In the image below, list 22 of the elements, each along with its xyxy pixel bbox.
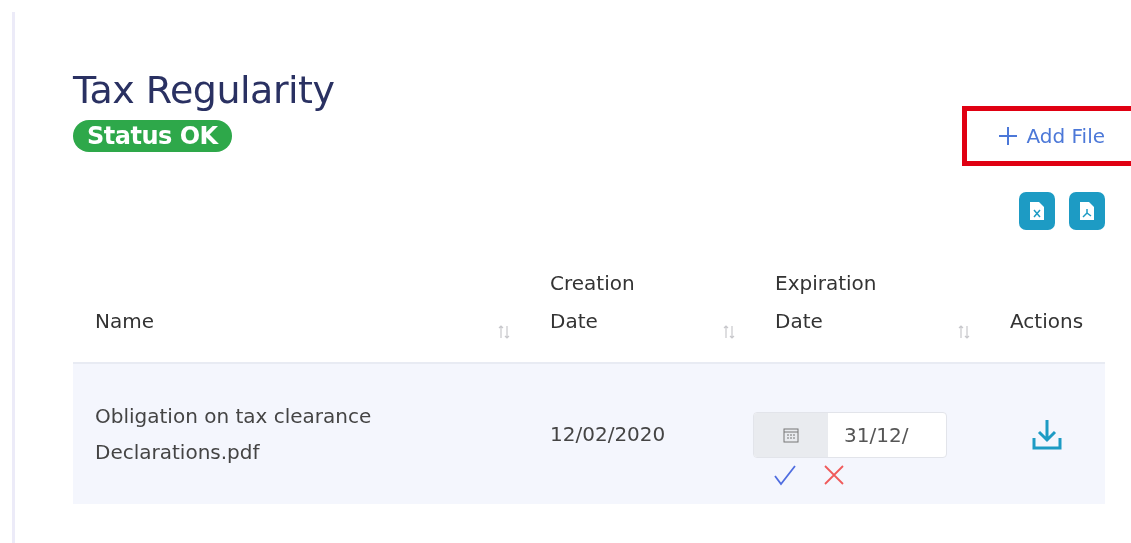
excel-export-button[interactable] (1019, 192, 1055, 230)
pdf-file-icon (1079, 201, 1095, 221)
cancel-close-icon[interactable] (823, 464, 845, 486)
table-cell-text: 12/02/2020 (550, 421, 666, 448)
sort-icon[interactable] (723, 324, 735, 340)
download-icon[interactable] (1032, 418, 1062, 450)
column-header: Name (95, 308, 154, 335)
add-file-button[interactable]: Add File (998, 124, 1105, 148)
date-field[interactable]: 31/12/ (753, 412, 947, 458)
excel-file-icon (1029, 201, 1045, 221)
sort-icon[interactable] (498, 324, 510, 340)
plus-icon (998, 126, 1019, 146)
column-header: Creation Date (550, 270, 635, 335)
page-title: Tax Regularity (73, 68, 336, 112)
column-header: Actions (1010, 308, 1084, 335)
table-cell-text: Obligation on tax clearance Declarations.pdf (95, 403, 372, 466)
calendar-icon (783, 427, 799, 443)
sort-icon[interactable] (958, 324, 970, 340)
column-header: Expiration Date (775, 270, 877, 335)
confirm-check-icon[interactable] (773, 464, 797, 486)
status-badge: Status OK (73, 120, 232, 152)
pdf-export-button[interactable] (1069, 192, 1105, 230)
